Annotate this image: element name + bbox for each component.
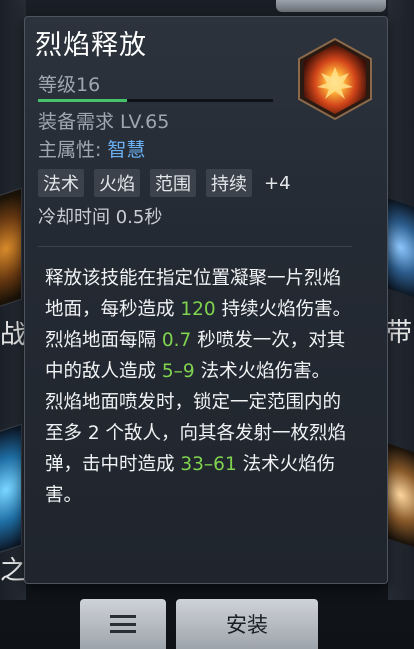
menu-button[interactable] (80, 599, 166, 649)
background-label-left-bottom: 之 (0, 556, 27, 586)
fire-burst-icon (298, 37, 372, 121)
skill-tag: 持续 (206, 169, 252, 197)
equip-requirement: 装备需求 LV.65 (38, 111, 170, 133)
description-number: 33–61 (180, 454, 237, 475)
background-skill-icon-right-top[interactable] (388, 198, 414, 302)
skill-tooltip: 烈焰释放 等级16 装备需求 LV.65 主属性: 智慧 法术 火焰 范围 持续… (24, 16, 388, 584)
install-button[interactable]: 安装 (176, 599, 318, 649)
divider (38, 246, 352, 247)
background-label-right-top: 带 (386, 318, 413, 348)
description-paragraph: 烈焰地面喷发时，锁定一定范围内的至多 2 个敌人，向其各发射一枚烈焰弹，击中时造… (45, 387, 357, 511)
background-skill-icon-right-bottom[interactable] (388, 443, 414, 552)
screen: 战 之 带 烈焰释放 等级16 装备需求 LV.65 主属性: 智慧 法术 火焰… (0, 0, 414, 649)
skill-tag: 法术 (38, 169, 84, 197)
skill-tags-more[interactable]: +4 (264, 173, 291, 194)
menu-icon (110, 615, 136, 633)
background-skill-icon-left-bottom[interactable] (0, 423, 22, 563)
description-text: 持续火焰伤害。 (215, 299, 352, 320)
skill-tag: 范围 (150, 169, 196, 197)
level-progress-fill (38, 99, 128, 102)
main-attribute-value: 智慧 (107, 139, 146, 161)
main-attribute-label: 主属性: (38, 139, 102, 161)
description-number: 0.7 (161, 330, 192, 351)
description-text: 法术火焰伤害。 (194, 361, 331, 382)
description-paragraph: 烈焰地面每隔 0.7 秒喷发一次，对其中的敌人造成 5–9 法术火焰伤害。 (45, 325, 357, 387)
skill-name: 烈焰释放 (35, 30, 147, 61)
description-text: 烈焰地面每隔 (45, 330, 162, 351)
background-skill-icon-left-top[interactable] (0, 187, 22, 317)
description-paragraph: 释放该技能在指定位置凝聚一片烈焰地面，每秒造成 120 持续火焰伤害。 (45, 263, 357, 325)
skill-tag: 火焰 (94, 169, 140, 197)
background-tab (276, 0, 386, 12)
skill-description: 释放该技能在指定位置凝聚一片烈焰地面，每秒造成 120 持续火焰伤害。 烈焰地面… (45, 263, 357, 511)
level-progress-bar (38, 99, 273, 102)
skill-cooldown: 冷却时间 0.5秒 (38, 207, 163, 228)
background-label-left-top: 战 (0, 320, 27, 350)
main-attribute: 主属性: 智慧 (38, 135, 145, 162)
skill-tags: 法术 火焰 范围 持续 +4 (38, 169, 291, 197)
skill-level: 等级16 (38, 74, 101, 96)
description-number: 120 (180, 299, 216, 320)
description-number: 5–9 (161, 361, 195, 382)
